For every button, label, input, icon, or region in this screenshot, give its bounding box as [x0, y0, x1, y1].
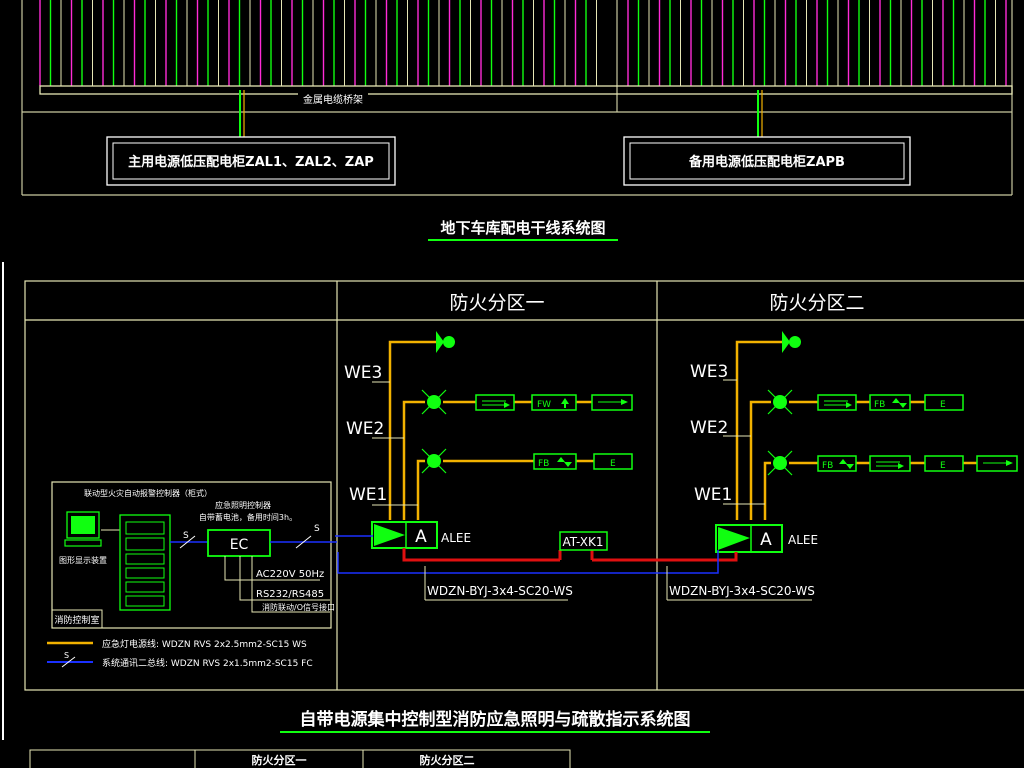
we3-label: WE3 — [690, 362, 728, 382]
room-label: 消防控制室 — [54, 614, 99, 626]
ec-title-line1: 应急照明控制器 — [215, 500, 271, 510]
fire-alarm-cabinet-icon — [119, 514, 171, 611]
cable-spec-label: WDZN-BYJ-3x4-SC20-WS — [669, 584, 815, 598]
fire-control-room: 消防控制室 图形显示装置 联动型火灾自动报警控制器（柜式） S 应急照明控制器 … — [51, 481, 337, 629]
cable-spec-label: WDZN-BYJ-3x4-SC20-WS — [427, 584, 573, 598]
ec-title-line2: 自带蓄电池，备用时间3h。 — [199, 512, 297, 522]
emergency-lamp-icon — [436, 331, 455, 353]
exit-light-icon — [767, 389, 793, 415]
at-xk1-label: AT-XK1 — [563, 535, 604, 549]
feeder-columns — [39, 0, 1007, 86]
system-frame — [24, 280, 1024, 691]
we2-label: WE2 — [346, 419, 384, 439]
zone1-circuits: WE3 WE2 FW WE1 FB E A ALEE — [344, 331, 633, 549]
rs-label: RS232/RS485 — [256, 589, 324, 600]
fb-sign-icon: FB — [533, 453, 577, 470]
system-diagram: 金属电缆桥架 主用电源低压配电柜ZAL1、ZAL2、ZAP 备用电源低压配电柜Z… — [2, 0, 1024, 768]
legend-s: S — [64, 651, 69, 660]
we2-label: WE2 — [690, 418, 728, 438]
power-cable-red — [402, 548, 560, 562]
ec-controller-icon: EC — [207, 529, 271, 557]
fb-label: FB — [538, 459, 549, 469]
fb-sign-icon: FB — [817, 455, 857, 472]
legend: 应急灯电源线: WDZN RVS 2x2.5mm2-SC15 WS S 系统通讯… — [47, 638, 313, 669]
we2-circuit-line — [749, 400, 771, 520]
we1-label: WE1 — [694, 485, 732, 505]
arrow-sign-icon — [976, 455, 1018, 472]
arrow-sign-icon — [591, 394, 633, 411]
exit-light-icon — [767, 450, 793, 476]
we1-circuit-line — [416, 459, 425, 520]
exit-sign-icon: E — [924, 455, 964, 472]
we3-label: WE3 — [344, 363, 382, 383]
panel-letter: A — [760, 530, 772, 550]
legend-text-2: 系统通讯二总线: WDZN RVS 2x1.5mm2-SC15 FC — [102, 657, 313, 669]
exit-light-icon — [421, 448, 447, 474]
we1-label: WE1 — [349, 485, 387, 505]
evacuation-sign-icon — [817, 394, 857, 411]
e-label: E — [940, 400, 946, 410]
table-header-zone1: 防火分区一 — [252, 753, 307, 767]
exit-sign-icon: E — [924, 394, 964, 411]
emergency-lamp-icon — [782, 331, 801, 353]
evacuation-sign-icon — [475, 394, 515, 411]
legend-text-1: 应急灯电源线: WDZN RVS 2x2.5mm2-SC15 WS — [102, 638, 307, 650]
top-distribution-section: 金属电缆桥架 主用电源低压配电柜ZAL1、ZAL2、ZAP 备用电源低压配电柜Z… — [21, 0, 1013, 241]
power-cable-red — [592, 552, 738, 562]
we3-circuit-line — [388, 340, 440, 520]
zone2-circuits: WE3 WE2 FB E WE1 FB E A ALEE — [690, 331, 1018, 553]
backup-cabinet-label: 备用电源低压配电柜ZAPB — [688, 154, 845, 170]
bottom-section: 自带电源集中控制型消防应急照明与疏散指示系统图 防火分区一 防火分区二 — [29, 709, 710, 768]
fb-sign-icon: FB — [869, 394, 911, 411]
fw-label: FW — [537, 400, 551, 410]
graphic-display-label: 图形显示装置 — [59, 555, 107, 565]
ac-label: AC220V 50Hz — [256, 569, 324, 580]
zone2-title: 防火分区二 — [769, 292, 864, 314]
zone1-title: 防火分区一 — [449, 292, 544, 314]
garage-trunk-title: 地下车库配电干线系统图 — [440, 219, 605, 237]
cable-tray-busbar — [39, 85, 1013, 95]
table-header-zone2: 防火分区二 — [420, 753, 475, 767]
s-label: S — [183, 531, 189, 541]
emergency-system-title: 自带电源集中控制型消防应急照明与疏散指示系统图 — [300, 709, 691, 730]
at-xk1-box: AT-XK1 — [559, 531, 608, 551]
alee-label: ALEE — [441, 531, 471, 545]
exit-light-icon — [421, 389, 447, 415]
we1-circuit-line — [763, 461, 771, 520]
fw-sign-icon: FW — [531, 394, 577, 411]
distribution-panel-zone2: A — [715, 524, 783, 553]
evacuation-sign-icon — [869, 455, 911, 472]
ec-label: EC — [230, 537, 249, 553]
fb-label: FB — [874, 400, 885, 410]
busbar-label: 金属电缆桥架 — [303, 93, 363, 106]
e-label: E — [610, 459, 616, 469]
we3-circuit-line — [735, 340, 785, 520]
s-label: S — [314, 524, 320, 534]
link-label: 消防联动/O信号接口 — [262, 602, 335, 612]
exit-sign-icon: E — [593, 453, 633, 470]
fb-label: FB — [822, 461, 833, 471]
fire-alarm-controller-label: 联动型火灾自动报警控制器（柜式） — [84, 488, 212, 498]
emergency-lighting-section: 防火分区一 防火分区二 WE3 WE2 FW WE1 FB E A ALEE W… — [24, 280, 1024, 691]
distribution-panel-zone1: A — [371, 521, 438, 549]
main-cabinet-label: 主用电源低压配电柜ZAL1、ZAL2、ZAP — [128, 154, 374, 170]
monitor-icon — [64, 511, 102, 547]
alee-label: ALEE — [788, 533, 818, 547]
panel-letter: A — [415, 527, 427, 547]
e-label: E — [940, 461, 946, 471]
